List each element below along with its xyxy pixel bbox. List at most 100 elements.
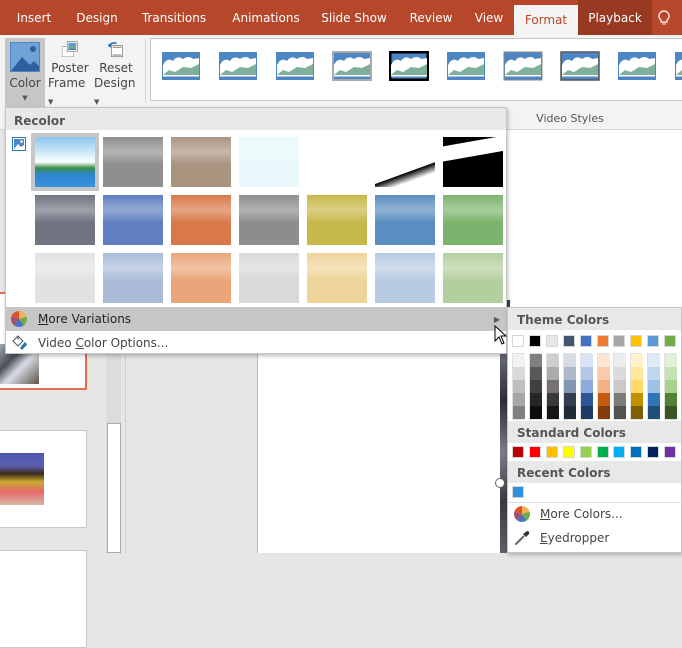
theme-shade-swatch[interactable] (546, 406, 559, 419)
theme-shade-swatch[interactable] (580, 393, 593, 406)
reset-design-button[interactable]: Reset Design ▼ (94, 38, 138, 110)
theme-shade-swatch[interactable] (563, 354, 576, 367)
slide-thumbnail[interactable] (0, 550, 87, 648)
recolor-option[interactable] (239, 195, 299, 245)
tab-playback[interactable]: Playback (578, 0, 652, 35)
color-button[interactable]: Color ▼ (5, 38, 45, 110)
theme-shade-swatch[interactable] (529, 367, 542, 380)
theme-shade-swatch[interactable] (648, 406, 661, 419)
theme-shade-swatch[interactable] (665, 354, 678, 367)
recolor-option[interactable] (103, 195, 163, 245)
tab-slide-show[interactable]: Slide Show (310, 0, 398, 35)
theme-shade-swatch[interactable] (648, 380, 661, 393)
theme-shade-swatch[interactable] (631, 393, 644, 406)
theme-color-swatch[interactable] (647, 335, 660, 347)
standard-color-swatch[interactable] (664, 446, 677, 458)
theme-shade-swatch[interactable] (631, 406, 644, 419)
standard-color-swatch[interactable] (647, 446, 660, 458)
recolor-option[interactable] (103, 137, 163, 187)
video-style-option[interactable] (560, 51, 600, 81)
lightbulb-icon[interactable] (652, 0, 676, 35)
theme-shade-swatch[interactable] (546, 354, 559, 367)
theme-shade-swatch[interactable] (665, 393, 678, 406)
video-style-option[interactable] (674, 51, 682, 81)
theme-shade-swatch[interactable] (631, 380, 644, 393)
theme-shade-swatch[interactable] (597, 380, 610, 393)
standard-color-swatch[interactable] (596, 446, 609, 458)
theme-shade-swatch[interactable] (597, 393, 610, 406)
recolor-option[interactable] (375, 253, 435, 303)
recolor-option[interactable] (443, 195, 503, 245)
recolor-option[interactable] (103, 253, 163, 303)
more-variations-item[interactable]: More Variations ▶ (6, 307, 506, 331)
recolor-option[interactable] (375, 195, 435, 245)
theme-shade-swatch[interactable] (665, 380, 678, 393)
theme-shade-swatch[interactable] (529, 393, 542, 406)
theme-color-swatch[interactable] (545, 335, 558, 347)
recent-color-swatch[interactable] (512, 486, 524, 498)
recolor-option[interactable] (239, 253, 299, 303)
video-style-option[interactable] (275, 51, 315, 81)
theme-color-swatch[interactable] (528, 335, 541, 347)
tab-transitions[interactable]: Transitions (126, 0, 222, 35)
theme-shade-swatch[interactable] (513, 393, 525, 406)
video-style-option[interactable] (218, 51, 258, 81)
theme-shade-swatch[interactable] (614, 406, 627, 419)
recolor-option[interactable] (307, 195, 367, 245)
theme-color-swatch[interactable] (562, 335, 575, 347)
theme-shade-swatch[interactable] (648, 354, 661, 367)
theme-shade-swatch[interactable] (631, 367, 644, 380)
theme-color-swatch[interactable] (579, 335, 592, 347)
video-color-options-item[interactable]: Video Color Options... (6, 331, 506, 355)
theme-shade-swatch[interactable] (648, 393, 661, 406)
recolor-option[interactable] (35, 253, 95, 303)
theme-color-swatch[interactable] (613, 335, 626, 347)
theme-shade-swatch[interactable] (513, 380, 525, 393)
theme-shade-swatch[interactable] (614, 393, 627, 406)
picture-icon[interactable] (12, 137, 26, 151)
standard-color-swatch[interactable] (562, 446, 575, 458)
tab-format[interactable]: Format (514, 5, 578, 35)
theme-shade-swatch[interactable] (665, 367, 678, 380)
theme-shade-swatch[interactable] (665, 406, 678, 419)
theme-shade-swatch[interactable] (546, 393, 559, 406)
theme-shade-swatch[interactable] (580, 380, 593, 393)
recolor-option[interactable] (35, 137, 95, 187)
theme-shade-swatch[interactable] (563, 367, 576, 380)
theme-color-swatch[interactable] (664, 335, 677, 347)
theme-shade-swatch[interactable] (563, 406, 576, 419)
theme-shade-swatch[interactable] (614, 380, 627, 393)
theme-shade-swatch[interactable] (513, 354, 525, 367)
theme-shade-swatch[interactable] (513, 367, 525, 380)
theme-shade-swatch[interactable] (546, 380, 559, 393)
theme-shade-swatch[interactable] (529, 380, 542, 393)
theme-shade-swatch[interactable] (597, 367, 610, 380)
slide-thumbnail[interactable] (0, 430, 87, 528)
theme-color-swatch[interactable] (512, 335, 524, 347)
recolor-option[interactable] (307, 253, 367, 303)
tab-review[interactable]: Review (398, 0, 464, 35)
standard-color-swatch[interactable] (545, 446, 558, 458)
recolor-option[interactable] (307, 137, 367, 187)
tab-insert[interactable]: Insert (0, 0, 68, 35)
video-style-option[interactable] (161, 51, 201, 81)
theme-shade-swatch[interactable] (563, 380, 576, 393)
tab-animations[interactable]: Animations (222, 0, 310, 35)
recolor-option[interactable] (171, 137, 231, 187)
theme-shade-swatch[interactable] (546, 367, 559, 380)
theme-shade-swatch[interactable] (614, 367, 627, 380)
recolor-option[interactable] (375, 137, 435, 187)
recolor-option[interactable] (35, 195, 95, 245)
theme-shade-swatch[interactable] (580, 367, 593, 380)
theme-shade-swatch[interactable] (529, 406, 542, 419)
recolor-option[interactable] (171, 253, 231, 303)
video-style-option[interactable] (446, 51, 486, 81)
poster-frame-button[interactable]: Poster Frame ▼ (48, 38, 92, 110)
recolor-option[interactable] (443, 137, 503, 187)
tab-view[interactable]: View (464, 0, 514, 35)
tab-design[interactable]: Design (68, 0, 126, 35)
video-style-option[interactable] (503, 51, 543, 81)
theme-shade-swatch[interactable] (513, 406, 525, 419)
theme-shade-swatch[interactable] (648, 367, 661, 380)
video-style-option[interactable] (389, 51, 429, 81)
